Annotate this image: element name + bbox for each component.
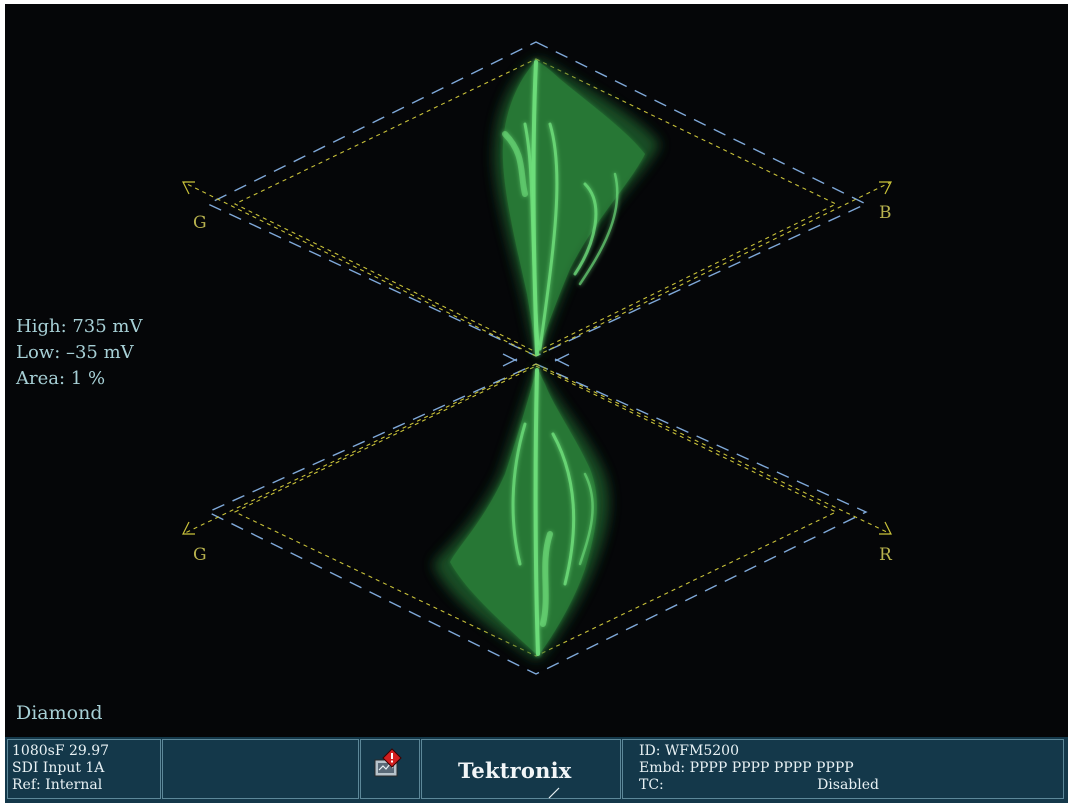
high-readout: High: 735 mV — [16, 316, 143, 337]
low-readout: Low: –35 mV — [16, 342, 134, 363]
embedded-audio-status: Embd: PPPP PPPP PPPP PPPP — [639, 760, 854, 776]
luminance-readouts: High: 735 mV Low: –35 mV Area: 1 % — [16, 314, 143, 392]
signal-status-panel: 1080sF 29.97 SDI Input 1A Ref: Internal — [7, 739, 161, 799]
waveform-monitor-screen: G B G R High: 735 mV Low: –35 mV Area: 1… — [5, 4, 1068, 803]
status-bar: 1080sF 29.97 SDI Input 1A Ref: Internal … — [5, 737, 1068, 803]
logo-slash-icon — [548, 787, 560, 799]
instrument-id: ID: WFM5200 — [639, 743, 739, 759]
axis-label-g-lower: G — [193, 545, 207, 565]
trace-upper-diamond — [494, 59, 660, 356]
axis-label-g-upper: G — [193, 213, 207, 233]
brand-panel: Tektronix — [421, 739, 621, 799]
video-format: 1080sF 29.97 — [12, 743, 110, 759]
input-source: SDI Input 1A — [12, 760, 105, 776]
trace-lower-diamond — [433, 366, 610, 660]
display-mode-label: Diamond — [16, 702, 103, 724]
reference-source: Ref: Internal — [12, 777, 103, 793]
area-readout: Area: 1 % — [16, 368, 106, 389]
status-blank-panel — [162, 739, 359, 799]
diamond-display: G B G R — [182, 41, 893, 675]
timecode-value: Disabled — [817, 777, 879, 793]
axis-label-r: R — [879, 545, 893, 565]
axis-label-b: B — [879, 203, 892, 223]
alarm-warning-icon[interactable] — [373, 748, 403, 778]
timecode-row: TC: Disabled — [639, 777, 879, 794]
timecode-label: TC: — [639, 777, 664, 793]
alarm-panel[interactable] — [360, 739, 420, 799]
instrument-status-panel: ID: WFM5200 Embd: PPPP PPPP PPPP PPPP TC… — [622, 739, 1064, 799]
tektronix-logo: Tektronix — [458, 758, 572, 783]
